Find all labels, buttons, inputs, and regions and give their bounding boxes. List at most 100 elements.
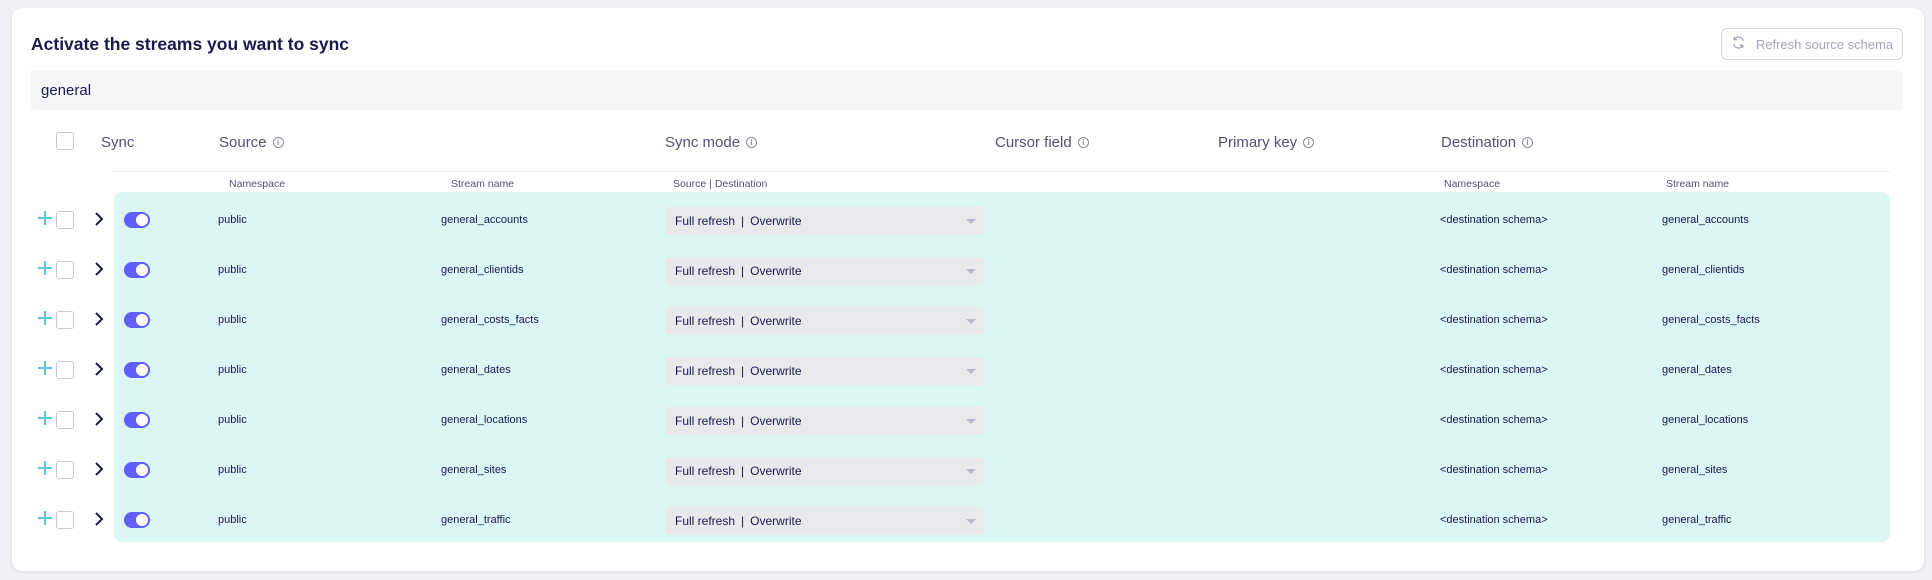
sync-mode-separator: | (741, 264, 745, 278)
destination-stream-name: general_clientids (1662, 264, 1745, 276)
info-icon[interactable]: i (272, 137, 284, 148)
source-stream-name: general_sites (441, 464, 507, 476)
sync-mode-destination: Overwrite (750, 264, 802, 278)
table-row: public general_traffic Full refresh | Ov… (12, 497, 1932, 547)
sync-toggle[interactable] (124, 312, 150, 328)
sync-mode-source: Full refresh (675, 464, 736, 478)
sync-mode-destination: Overwrite (750, 464, 802, 478)
sync-toggle[interactable] (124, 212, 150, 228)
sync-mode-separator: | (741, 364, 745, 378)
expand-add-icon[interactable] (38, 211, 52, 225)
chevron-right-icon[interactable] (92, 461, 106, 477)
destination-stream-name: general_dates (1662, 364, 1732, 376)
source-namespace: public (218, 514, 247, 526)
caret-down-icon (966, 419, 976, 424)
source-namespace: public (218, 264, 247, 276)
sync-mode-source: Full refresh (675, 214, 736, 228)
row-checkbox[interactable] (56, 461, 74, 479)
sync-mode-dropdown[interactable]: Full refresh | Overwrite (665, 257, 984, 285)
sync-mode-dropdown[interactable]: Full refresh | Overwrite (665, 507, 984, 535)
source-stream-name: general_locations (441, 414, 528, 426)
table-row: public general_sites Full refresh | Over… (12, 447, 1932, 497)
chevron-right-icon[interactable] (92, 261, 106, 277)
sync-mode-dropdown[interactable]: Full refresh | Overwrite (665, 307, 984, 335)
destination-namespace: <destination schema> (1440, 414, 1548, 426)
table-row: public general_dates Full refresh | Over… (12, 347, 1932, 397)
chevron-right-icon[interactable] (92, 411, 106, 427)
chevron-right-icon[interactable] (92, 511, 106, 527)
row-checkbox[interactable] (56, 311, 74, 329)
header-cursor-field: Cursor field i (995, 134, 1089, 151)
sync-mode-destination: Overwrite (750, 364, 802, 378)
sync-mode-source: Full refresh (675, 264, 736, 278)
info-icon[interactable]: i (1522, 137, 1534, 148)
destination-stream-name: general_locations (1662, 414, 1749, 426)
header-destination: Destination i (1441, 134, 1534, 151)
header-sync-mode: Sync mode i (665, 134, 758, 151)
refresh-source-schema-button[interactable]: Refresh source schema (1721, 28, 1903, 60)
caret-down-icon (966, 319, 976, 324)
header-source: Source i (219, 134, 284, 151)
expand-add-icon[interactable] (38, 511, 52, 525)
chevron-right-icon[interactable] (92, 361, 106, 377)
sync-toggle[interactable] (124, 362, 150, 378)
caret-down-icon (966, 469, 976, 474)
refresh-icon (1731, 35, 1746, 53)
sync-mode-destination: Overwrite (750, 514, 802, 528)
sync-mode-destination: Overwrite (750, 214, 802, 228)
source-namespace: public (218, 414, 247, 426)
row-checkbox[interactable] (56, 261, 74, 279)
source-namespace: public (218, 314, 247, 326)
row-checkbox[interactable] (56, 411, 74, 429)
subheader-dest-namespace: Namespace (1444, 178, 1501, 190)
sync-mode-separator: | (741, 464, 745, 478)
sync-mode-destination: Overwrite (750, 314, 802, 328)
chevron-right-icon[interactable] (92, 311, 106, 327)
row-checkbox[interactable] (56, 361, 74, 379)
caret-down-icon (966, 269, 976, 274)
header-sync: Sync (101, 134, 135, 151)
expand-add-icon[interactable] (38, 461, 52, 475)
info-icon[interactable]: i (746, 137, 758, 148)
sync-toggle[interactable] (124, 462, 150, 478)
expand-add-icon[interactable] (38, 361, 52, 375)
chevron-right-icon[interactable] (92, 211, 106, 227)
sync-toggle[interactable] (124, 512, 150, 528)
sync-toggle[interactable] (124, 262, 150, 278)
source-stream-name: general_accounts (441, 214, 528, 226)
sync-mode-separator: | (741, 214, 745, 228)
caret-down-icon (966, 219, 976, 224)
expand-add-icon[interactable] (38, 411, 52, 425)
destination-stream-name: general_costs_facts (1662, 314, 1760, 326)
destination-stream-name: general_sites (1662, 464, 1728, 476)
header-primary-key: Primary key i (1218, 134, 1315, 151)
info-icon[interactable]: i (1077, 137, 1089, 148)
sync-mode-separator: | (741, 414, 745, 428)
select-all-checkbox[interactable] (56, 132, 74, 150)
destination-namespace: <destination schema> (1440, 364, 1548, 376)
table-row: public general_clientids Full refresh | … (12, 247, 1932, 297)
sync-mode-separator: | (741, 514, 745, 528)
info-icon[interactable]: i (1303, 137, 1315, 148)
source-stream-name: general_clientids (441, 264, 524, 276)
search-input[interactable]: general (31, 70, 1903, 110)
sync-toggle[interactable] (124, 412, 150, 428)
source-namespace: public (218, 464, 247, 476)
sync-mode-dropdown[interactable]: Full refresh | Overwrite (665, 457, 984, 485)
sync-mode-source: Full refresh (675, 414, 736, 428)
source-namespace: public (218, 364, 247, 376)
subheader-sync-mode: Source | Destination (673, 178, 768, 190)
expand-add-icon[interactable] (38, 311, 52, 325)
source-stream-name: general_dates (441, 364, 511, 376)
sync-mode-dropdown[interactable]: Full refresh | Overwrite (665, 357, 984, 385)
expand-add-icon[interactable] (38, 261, 52, 275)
destination-namespace: <destination schema> (1440, 514, 1548, 526)
destination-stream-name: general_accounts (1662, 214, 1749, 226)
destination-namespace: <destination schema> (1440, 464, 1548, 476)
row-checkbox[interactable] (56, 511, 74, 529)
row-checkbox[interactable] (56, 211, 74, 229)
subheader-source-stream-name: Stream name (451, 178, 515, 190)
sync-mode-dropdown[interactable]: Full refresh | Overwrite (665, 407, 984, 435)
sync-mode-dropdown[interactable]: Full refresh | Overwrite (665, 207, 984, 235)
header-divider (112, 171, 1890, 172)
